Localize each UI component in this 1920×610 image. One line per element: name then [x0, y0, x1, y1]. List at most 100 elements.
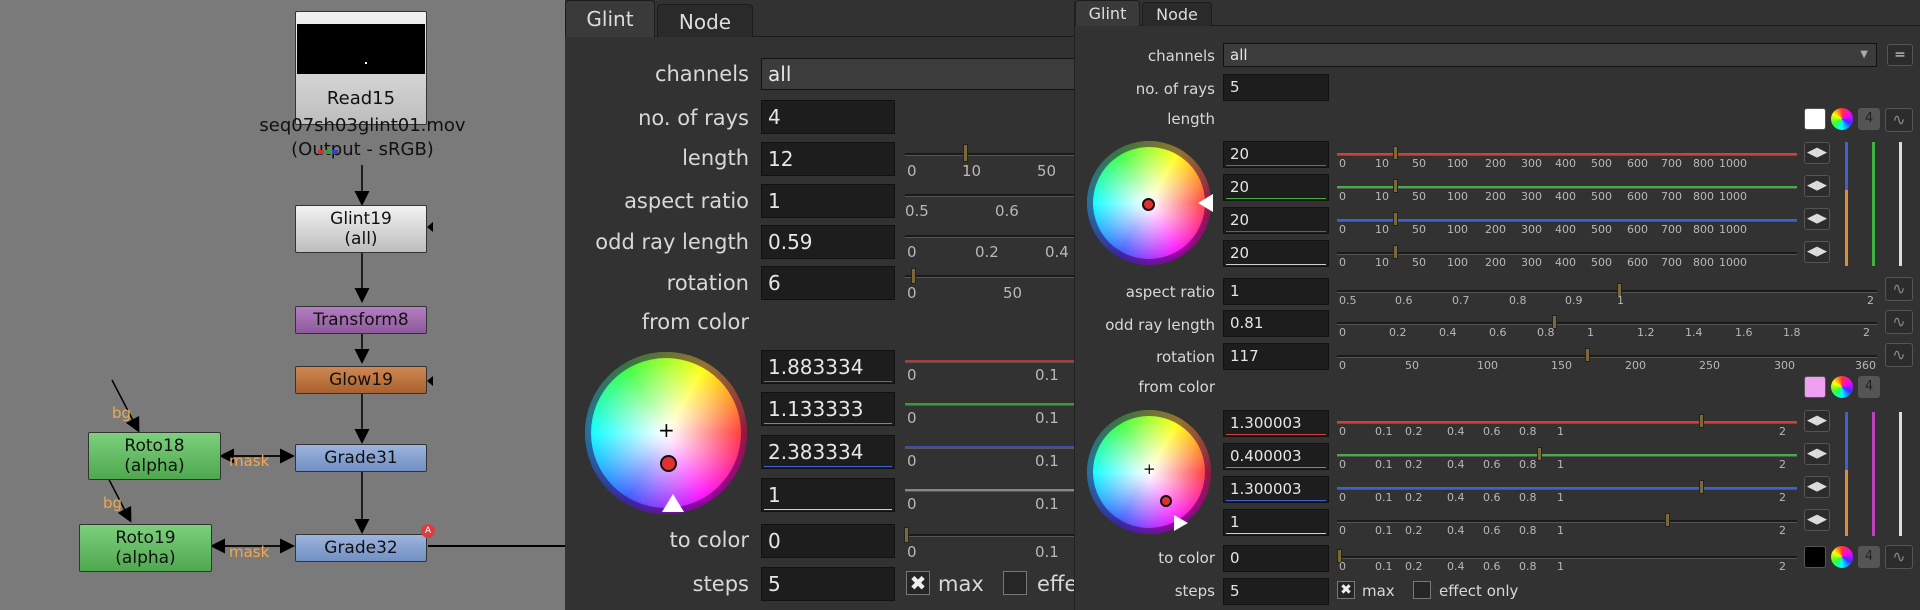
from-color-channel-2-slider-handle[interactable] — [1699, 480, 1704, 494]
odd-ray-length-input[interactable]: 0.81 — [1223, 310, 1329, 337]
tab-glint[interactable]: Glint — [565, 0, 655, 37]
to-color-slider[interactable] — [905, 534, 1074, 537]
arrow-left-right-icon[interactable]: ◀▶ — [1804, 476, 1830, 498]
curve-icon[interactable]: ∿ — [1885, 343, 1913, 367]
checkbox-x-icon[interactable]: ✖ — [1337, 581, 1355, 599]
steps-input[interactable]: 5 — [761, 567, 895, 601]
channels-dropdown[interactable]: all ▼ — [1223, 43, 1877, 67]
from-color-green-input[interactable]: 0.400003 — [1223, 443, 1329, 470]
arrow-left-right-icon[interactable]: ◀▶ — [1804, 241, 1830, 263]
color-picker-dot[interactable] — [1142, 198, 1155, 211]
glow19-node[interactable]: Glow19 — [295, 366, 427, 394]
from-color-channel-1-slider[interactable] — [1337, 454, 1797, 457]
length-channel-2-slider[interactable] — [1337, 219, 1797, 222]
from-color-blue-input[interactable]: 1.300003 — [1223, 476, 1329, 503]
from-color-channel-count[interactable]: 4 — [1858, 376, 1880, 398]
length-slider[interactable] — [905, 153, 1074, 156]
color-wheel-icon[interactable] — [1831, 546, 1853, 568]
from-color-alpha-input[interactable]: 1 — [1223, 509, 1329, 536]
checkbox-x-icon[interactable]: ✖ — [906, 571, 930, 595]
red-slider[interactable] — [905, 360, 1074, 363]
grade31-node[interactable]: Grade31 — [295, 444, 427, 472]
tab-node[interactable]: Node — [1142, 2, 1212, 26]
roto18-node[interactable]: Roto18 (alpha) — [88, 432, 221, 480]
length-slider-handle[interactable] — [963, 144, 968, 162]
to-color-slider-handle[interactable] — [904, 527, 909, 543]
to-color-slider[interactable] — [1337, 556, 1797, 559]
to-color-channel-count[interactable]: 4 — [1858, 546, 1880, 568]
arrow-left-right-icon[interactable]: ◀▶ — [1804, 175, 1830, 197]
length-channel-0-slider-handle[interactable] — [1393, 146, 1398, 160]
curve-icon[interactable]: ∿ — [1885, 108, 1913, 132]
length-channel-1-slider[interactable] — [1337, 186, 1797, 189]
odd-ray-length-slider[interactable] — [905, 235, 1074, 238]
from-color-channel-3-slider[interactable] — [1337, 520, 1797, 523]
from-color-channel-0-slider[interactable] — [1337, 421, 1797, 424]
aspect-ratio-slider[interactable] — [1337, 290, 1877, 293]
tab-node[interactable]: Node — [657, 4, 753, 37]
arrow-left-right-icon[interactable]: ◀▶ — [1804, 208, 1830, 230]
length-input[interactable]: 12 — [761, 142, 895, 176]
arrow-left-right-icon[interactable]: ◀▶ — [1804, 410, 1830, 432]
blue-slider[interactable] — [905, 446, 1074, 449]
roto19-node[interactable]: Roto19 (alpha) — [79, 524, 212, 572]
intensity-marker-icon[interactable] — [662, 494, 684, 512]
to-color-swatch[interactable] — [1804, 546, 1826, 568]
color-picker-dot[interactable] — [660, 455, 677, 472]
effect-only-checkbox[interactable] — [1413, 581, 1431, 599]
arrow-left-right-icon[interactable]: ◀▶ — [1804, 509, 1830, 531]
from-color-swatch[interactable] — [1804, 376, 1826, 398]
aspect-ratio-input[interactable]: 1 — [1223, 278, 1329, 305]
rotation-input[interactable]: 117 — [1223, 343, 1329, 370]
from-color-red-input[interactable]: 1.300003 — [1223, 410, 1329, 437]
steps-input[interactable]: 5 — [1223, 578, 1329, 605]
rotation-input[interactable]: 6 — [761, 266, 895, 300]
channels-menu-button[interactable]: = — [1887, 44, 1913, 66]
from-color-red-input[interactable]: 1.883334 — [761, 350, 895, 384]
rays-input[interactable]: 4 — [761, 100, 895, 134]
length-channel-2-slider-handle[interactable] — [1393, 212, 1398, 226]
to-color-input[interactable]: 0 — [1223, 545, 1329, 572]
node-graph[interactable]: Read15 seq07sh03glint01.mov (Output - sR… — [0, 0, 565, 610]
rotation-slider-handle[interactable] — [911, 268, 916, 284]
to-color-input[interactable]: 0 — [761, 524, 895, 558]
from-color-channel-3-slider-handle[interactable] — [1665, 513, 1670, 527]
aspect-ratio-input[interactable]: 1 — [761, 184, 895, 218]
length-channel-1-slider-handle[interactable] — [1393, 179, 1398, 193]
odd-ray-length-input[interactable]: 0.59 — [761, 225, 895, 259]
glint19-node[interactable]: Glint19 (all) — [295, 205, 427, 253]
curve-icon[interactable]: ∿ — [1885, 310, 1913, 334]
aspect-ratio-slider[interactable] — [905, 194, 1074, 197]
tab-glint[interactable]: Glint — [1075, 0, 1140, 26]
length-channel-count[interactable]: 4 — [1858, 108, 1880, 130]
alpha-slider[interactable] — [905, 489, 1074, 492]
from-color-channel-2-slider[interactable] — [1337, 487, 1797, 490]
rotation-slider[interactable] — [905, 275, 1074, 278]
length-red-input[interactable]: 20 — [1223, 141, 1329, 168]
from-color-green-input[interactable]: 1.133333 — [761, 392, 895, 426]
length-color-swatch[interactable] — [1804, 108, 1826, 130]
length-channel-3-slider[interactable] — [1337, 252, 1797, 255]
channels-dropdown[interactable]: all — [761, 58, 1074, 90]
length-green-input[interactable]: 20 — [1223, 174, 1329, 201]
odd-ray-length-slider[interactable] — [1337, 322, 1877, 325]
intensity-marker-icon[interactable] — [1198, 194, 1213, 212]
curve-icon[interactable]: ∿ — [1885, 277, 1913, 301]
rotation-slider[interactable] — [1337, 355, 1877, 358]
effect-only-checkbox[interactable] — [1003, 571, 1027, 595]
grade32-node[interactable]: Grade32 — [295, 534, 427, 562]
arrow-left-right-icon[interactable]: ◀▶ — [1804, 142, 1830, 164]
from-color-channel-1-slider-handle[interactable] — [1537, 447, 1542, 461]
color-wheel-icon[interactable] — [1831, 376, 1853, 398]
rays-input[interactable]: 5 — [1223, 74, 1329, 101]
from-color-blue-input[interactable]: 2.383334 — [761, 435, 895, 469]
length-alpha-input[interactable]: 20 — [1223, 240, 1329, 267]
from-color-alpha-input[interactable]: 1 — [761, 478, 895, 512]
green-slider[interactable] — [905, 403, 1074, 406]
length-blue-input[interactable]: 20 — [1223, 207, 1329, 234]
length-channel-3-slider-handle[interactable] — [1393, 245, 1398, 259]
color-picker-dot[interactable] — [1160, 495, 1172, 507]
transform8-node[interactable]: Transform8 — [295, 306, 427, 334]
length-channel-0-slider[interactable] — [1337, 153, 1797, 156]
arrow-left-right-icon[interactable]: ◀▶ — [1804, 443, 1830, 465]
